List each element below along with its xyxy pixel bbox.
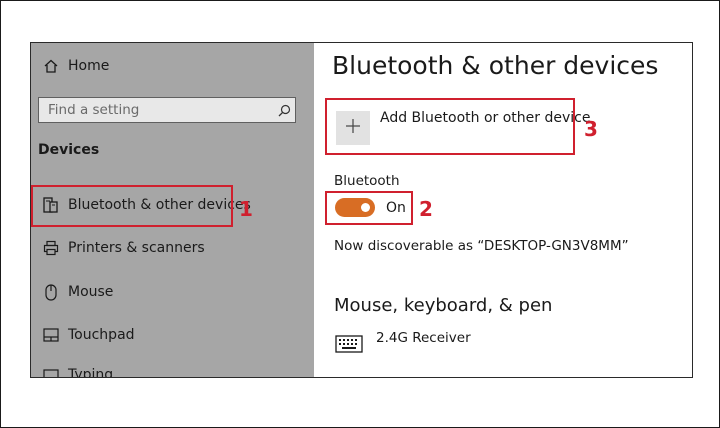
annotation-box-3 [325, 98, 575, 155]
annotation-number-3: 3 [584, 117, 598, 141]
keyboard-icon [34, 369, 68, 377]
sidebar-item-label: Typing [68, 367, 114, 378]
page-title: Bluetooth & other devices [332, 51, 659, 80]
sidebar-item-label: Touchpad [68, 327, 135, 343]
home-icon [34, 58, 68, 74]
sidebar-item-printers[interactable]: Printers & scanners [31, 231, 314, 265]
sidebar-item-mouse[interactable]: Mouse [31, 275, 314, 309]
device-name[interactable]: 2.4G Receiver [376, 330, 471, 346]
sidebar-home-label: Home [68, 58, 110, 74]
settings-window: Home Find a setting Devices Bluetooth & … [30, 42, 693, 378]
annotation-box-2 [325, 191, 413, 225]
annotation-number-1: 1 [239, 197, 253, 221]
sidebar-item-label: Printers & scanners [68, 240, 205, 256]
sidebar-home[interactable]: Home [31, 49, 314, 83]
annotation-box-1 [31, 185, 233, 227]
discoverable-text: Now discoverable as “DESKTOP-GN3V8MM” [334, 238, 629, 254]
section-title-input-devices: Mouse, keyboard, & pen [334, 295, 553, 316]
sidebar-item-touchpad[interactable]: Touchpad [31, 318, 314, 352]
touchpad-icon [34, 328, 68, 342]
search-icon[interactable] [273, 104, 295, 117]
sidebar-item-typing[interactable]: Typing [31, 358, 314, 378]
sidebar-item-label: Mouse [68, 284, 114, 300]
main-content: Bluetooth & other devices Add Bluetooth … [314, 43, 692, 377]
section-header-devices: Devices [38, 142, 100, 158]
sidebar: Home Find a setting Devices Bluetooth & … [31, 43, 314, 377]
keyboard-icon [335, 335, 363, 357]
mouse-icon [34, 283, 68, 301]
bluetooth-label: Bluetooth [334, 173, 400, 189]
search-placeholder: Find a setting [48, 102, 140, 118]
printer-icon [34, 240, 68, 256]
annotation-number-2: 2 [419, 197, 433, 221]
search-input[interactable]: Find a setting [38, 97, 296, 123]
